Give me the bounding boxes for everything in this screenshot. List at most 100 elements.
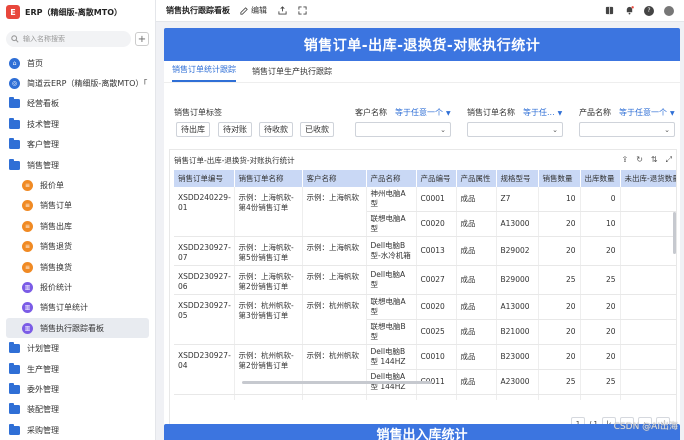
sidebar-item[interactable]: 销售管理 xyxy=(0,155,155,175)
folder-icon xyxy=(9,403,20,415)
app-icon: ◎ xyxy=(9,78,20,90)
export-icon[interactable]: ⇪ xyxy=(621,155,628,165)
customer-select[interactable]: ⌄ xyxy=(355,122,451,137)
order-filter-mode[interactable]: 等于任... ▼ xyxy=(523,107,562,118)
sidebar-item[interactable]: 生产管理 xyxy=(0,359,155,379)
table-cell: 成品 xyxy=(456,211,497,237)
sidebar-item[interactable]: ≡ 销售换货 xyxy=(0,257,155,277)
table-cell: 示例：上海帆软 xyxy=(302,187,367,237)
home-icon: ⌂ xyxy=(9,57,20,69)
sidebar-item-label: 销售换货 xyxy=(40,262,72,272)
table-cell: C0025 xyxy=(416,319,457,345)
horizontal-scrollbar[interactable] xyxy=(242,381,432,384)
bell-icon[interactable] xyxy=(624,6,634,16)
tag-pending-reconcile[interactable]: 待对账 xyxy=(218,122,252,137)
sidebar-item[interactable]: ◎ 简道云ERP（精细版-离散MTO）「 xyxy=(0,73,155,93)
column-header[interactable]: 销售订单编号 xyxy=(174,170,235,187)
folder-icon xyxy=(9,97,20,109)
sidebar-item[interactable]: 委外管理 xyxy=(0,379,155,399)
product-select[interactable]: ⌄ xyxy=(579,122,675,137)
sidebar-item[interactable]: ≡ 报价单 xyxy=(0,175,155,195)
share-icon[interactable] xyxy=(277,6,287,16)
help-icon[interactable]: ? xyxy=(644,5,654,16)
sidebar-item[interactable]: ▥ 报价统计 xyxy=(0,277,155,297)
table-card-header: 销售订单-出库-退换货-对账执行统计 ⇪ ↻ ⇅ ⤢ xyxy=(170,150,676,170)
sidebar-item[interactable]: 客户管理 xyxy=(0,135,155,155)
table-row[interactable]: XSDD240229-01 示例：上海帆软-第4份销售订单 示例：上海帆软 神州电脑A… xyxy=(174,187,676,237)
column-header[interactable]: 规格型号 xyxy=(496,170,539,187)
edit-button[interactable]: 编辑 xyxy=(240,5,267,16)
expand-icon[interactable]: ⤢ xyxy=(666,155,672,165)
table-cell: XSDD240229-01 xyxy=(174,187,235,237)
sidebar-item[interactable]: ≡ 销售出库 xyxy=(0,216,155,236)
table-cell: B29002 xyxy=(496,236,539,266)
tag-pending-outbound[interactable]: 待出库 xyxy=(176,122,210,137)
table-title: 销售订单-出库-退换货-对账执行统计 xyxy=(174,155,295,165)
tab-production-tracking[interactable]: 销售订单生产执行跟踪 xyxy=(252,66,332,82)
sidebar-item[interactable]: ▥ 销售订单统计 xyxy=(0,298,155,318)
table-row[interactable]: XSDD230927-06 示例：上海帆软-第2份销售订单 示例：上海帆软 Dell电… xyxy=(174,265,676,295)
sidebar-item[interactable]: 采购管理 xyxy=(0,420,155,440)
chevron-down-icon: ⌄ xyxy=(552,126,558,134)
table-cell: 20 xyxy=(580,394,621,400)
table-cell: 示例：无锡简道云 xyxy=(302,394,367,400)
table-row[interactable]: XSDD230927-04 示例：杭州帆软-第2份销售订单 示例：杭州帆软 Dell电… xyxy=(174,344,676,395)
folder-open-icon xyxy=(9,158,20,170)
table-row[interactable]: XSDD230927-07 示例：上海帆软-第5份销售订单 示例：上海帆软 Dell电… xyxy=(174,236,676,266)
table-cell: XSDD230927-03 xyxy=(174,394,235,400)
table-cell: C0027 xyxy=(416,265,457,295)
sidebar-item[interactable]: 技术管理 xyxy=(0,114,155,134)
order-select[interactable]: ⌄ xyxy=(467,122,563,137)
sidebar-item[interactable]: 计划管理 xyxy=(0,338,155,358)
table-cell: 10 xyxy=(538,187,581,212)
table-cell: 成品 xyxy=(456,265,497,295)
add-button[interactable]: + xyxy=(135,32,149,46)
table-row[interactable]: XSDD230927-03示例：无锡简道云-第1份销售订单示例：无锡简道云Del… xyxy=(174,394,676,400)
column-header[interactable]: 客户名称 xyxy=(302,170,367,187)
sidebar-item[interactable]: ≡ 销售订单 xyxy=(0,196,155,216)
table-cell: 10 xyxy=(580,211,621,237)
table-cell-empty xyxy=(620,236,676,266)
table-toolbar: ⇪ ↻ ⇅ ⤢ xyxy=(621,155,672,165)
table-cell: A23000 xyxy=(496,369,539,395)
column-header[interactable]: 产品属性 xyxy=(456,170,497,187)
refresh-icon[interactable]: ↻ xyxy=(636,155,643,165)
sidebar-item[interactable]: 经营看板 xyxy=(0,94,155,114)
sidebar-item[interactable]: ≡ 销售退货 xyxy=(0,237,155,257)
column-header[interactable]: 销售数量 xyxy=(538,170,581,187)
sidebar-nav: ⌂ 首页 ◎ 简道云ERP（精细版-离散MTO）「 经营看板 技术管理 客户管理 销售管理 ≡ 报… xyxy=(0,53,155,440)
customer-filter-mode[interactable]: 等于任意一个 ▼ xyxy=(395,107,451,118)
table-cell: 25 xyxy=(580,369,621,395)
table-cell-empty xyxy=(620,394,676,400)
sort-icon[interactable]: ⇅ xyxy=(651,155,658,165)
table-row[interactable]: XSDD230927-05 示例：杭州帆软-第3份销售订单 示例：杭州帆软 联想电脑A… xyxy=(174,294,676,345)
table-cell: Z7 xyxy=(496,187,539,212)
table-cell-empty xyxy=(620,294,676,320)
table-cell: A13000 xyxy=(496,294,539,320)
book-icon[interactable] xyxy=(604,6,614,16)
sidebar-item[interactable]: 装配管理 xyxy=(0,400,155,420)
column-header[interactable]: 销售订单名称 xyxy=(234,170,303,187)
product-filter-mode[interactable]: 等于任意一个 ▼ xyxy=(619,107,675,118)
column-header[interactable]: 产品名称 xyxy=(366,170,417,187)
sidebar-item[interactable]: ⌂ 首页 xyxy=(0,53,155,73)
table-cell: A13000 xyxy=(496,211,539,237)
table-cell: 成品 xyxy=(456,236,497,266)
column-header[interactable]: 未出库-退货数量 xyxy=(620,170,676,187)
column-header[interactable]: 产品编号 xyxy=(416,170,457,187)
avatar[interactable] xyxy=(664,5,674,16)
product-mode-text: 等于任意一个 xyxy=(619,108,667,117)
tab-order-tracking[interactable]: 销售订单统计跟踪 xyxy=(172,64,236,82)
fullscreen-icon[interactable] xyxy=(297,6,307,16)
vertical-scrollbar[interactable] xyxy=(673,212,676,254)
search-input[interactable]: 输入名称搜索 xyxy=(6,31,131,47)
app-title[interactable]: ERP（精细版-离散MTO） xyxy=(25,7,122,18)
sidebar-item[interactable]: ▥ 销售执行跟踪看板 xyxy=(6,318,149,339)
sidebar-item-label: 销售订单 xyxy=(40,201,72,211)
column-header[interactable]: 出库数量 xyxy=(580,170,621,187)
tag-paid[interactable]: 已收款 xyxy=(300,122,334,137)
form-icon: ≡ xyxy=(22,180,33,192)
table-cell: C0020 xyxy=(416,294,457,320)
search-placeholder: 输入名称搜索 xyxy=(23,35,65,43)
tag-pending-payment[interactable]: 待收款 xyxy=(259,122,293,137)
